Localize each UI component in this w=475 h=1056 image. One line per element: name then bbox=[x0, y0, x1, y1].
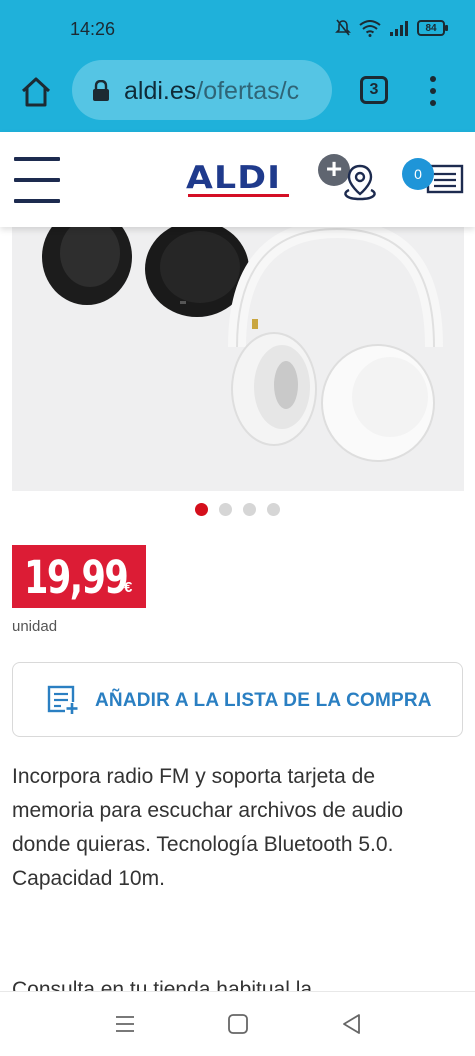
square-icon bbox=[228, 1014, 248, 1034]
status-time: 14:26 bbox=[70, 19, 116, 39]
aldi-logo[interactable]: ALDI bbox=[186, 160, 281, 196]
system-navigation-bar bbox=[0, 991, 475, 1056]
hamburger-menu-button[interactable] bbox=[14, 157, 60, 203]
price-tag: 19,99 € bbox=[12, 545, 146, 608]
logo-underline bbox=[188, 194, 289, 197]
url-text: aldi.es/ofertas/c bbox=[124, 77, 299, 106]
list-count-badge: 0 bbox=[402, 158, 434, 190]
battery-icon: 84 bbox=[417, 20, 448, 36]
dot-icon bbox=[430, 88, 436, 94]
add-to-list-label: AÑADIR A LA LISTA DE LA COMPRA bbox=[95, 690, 432, 711]
price-currency: € bbox=[124, 579, 133, 596]
carousel-indicator bbox=[195, 503, 280, 516]
signal-icon bbox=[390, 21, 408, 36]
home-icon bbox=[21, 77, 51, 107]
map-pin-icon bbox=[344, 164, 376, 201]
browser-toolbar: aldi.es/ofertas/c 3 bbox=[0, 56, 475, 132]
back-triangle-icon bbox=[343, 1014, 360, 1034]
tab-switcher-button[interactable]: 3 bbox=[360, 76, 388, 104]
status-icons: 84 bbox=[335, 19, 448, 37]
dot-icon bbox=[430, 76, 436, 82]
status-bar: 14:26 84 bbox=[0, 0, 475, 56]
carousel-dot[interactable] bbox=[243, 503, 256, 516]
add-to-shopping-list-button[interactable]: AÑADIR A LA LISTA DE LA COMPRA bbox=[12, 662, 463, 737]
product-image[interactable] bbox=[12, 227, 464, 491]
headphones-image bbox=[42, 227, 443, 462]
store-finder-button[interactable]: + bbox=[318, 154, 382, 201]
menu-line bbox=[14, 178, 60, 182]
price-value: 19,99 bbox=[24, 551, 129, 604]
shopping-list-button[interactable]: 0 bbox=[400, 156, 466, 200]
recents-button[interactable] bbox=[113, 1012, 137, 1036]
home-nav-button[interactable] bbox=[226, 1012, 250, 1036]
address-bar[interactable]: aldi.es/ofertas/c bbox=[72, 60, 332, 120]
wifi-icon bbox=[359, 19, 381, 37]
url-domain: aldi.es bbox=[124, 77, 197, 105]
carousel-dot[interactable] bbox=[267, 503, 280, 516]
overflow-menu-button[interactable] bbox=[428, 76, 438, 106]
home-button[interactable] bbox=[18, 74, 54, 110]
carousel-dot[interactable] bbox=[219, 503, 232, 516]
menu-line bbox=[14, 157, 60, 161]
recents-menu-icon bbox=[116, 1016, 134, 1032]
carousel-dot-active[interactable] bbox=[195, 503, 208, 516]
unit-label: unidad bbox=[12, 618, 58, 635]
menu-line bbox=[14, 199, 60, 203]
back-button[interactable] bbox=[340, 1012, 364, 1036]
url-path: /ofertas/c bbox=[196, 77, 300, 105]
site-header: ALDI + 0 bbox=[0, 132, 475, 227]
add-list-icon bbox=[47, 685, 79, 714]
product-description: Incorpora radio FM y soporta tarjeta de … bbox=[12, 765, 404, 890]
lock-icon bbox=[93, 80, 109, 101]
mute-bell-icon bbox=[335, 19, 351, 36]
dot-icon bbox=[430, 100, 436, 106]
